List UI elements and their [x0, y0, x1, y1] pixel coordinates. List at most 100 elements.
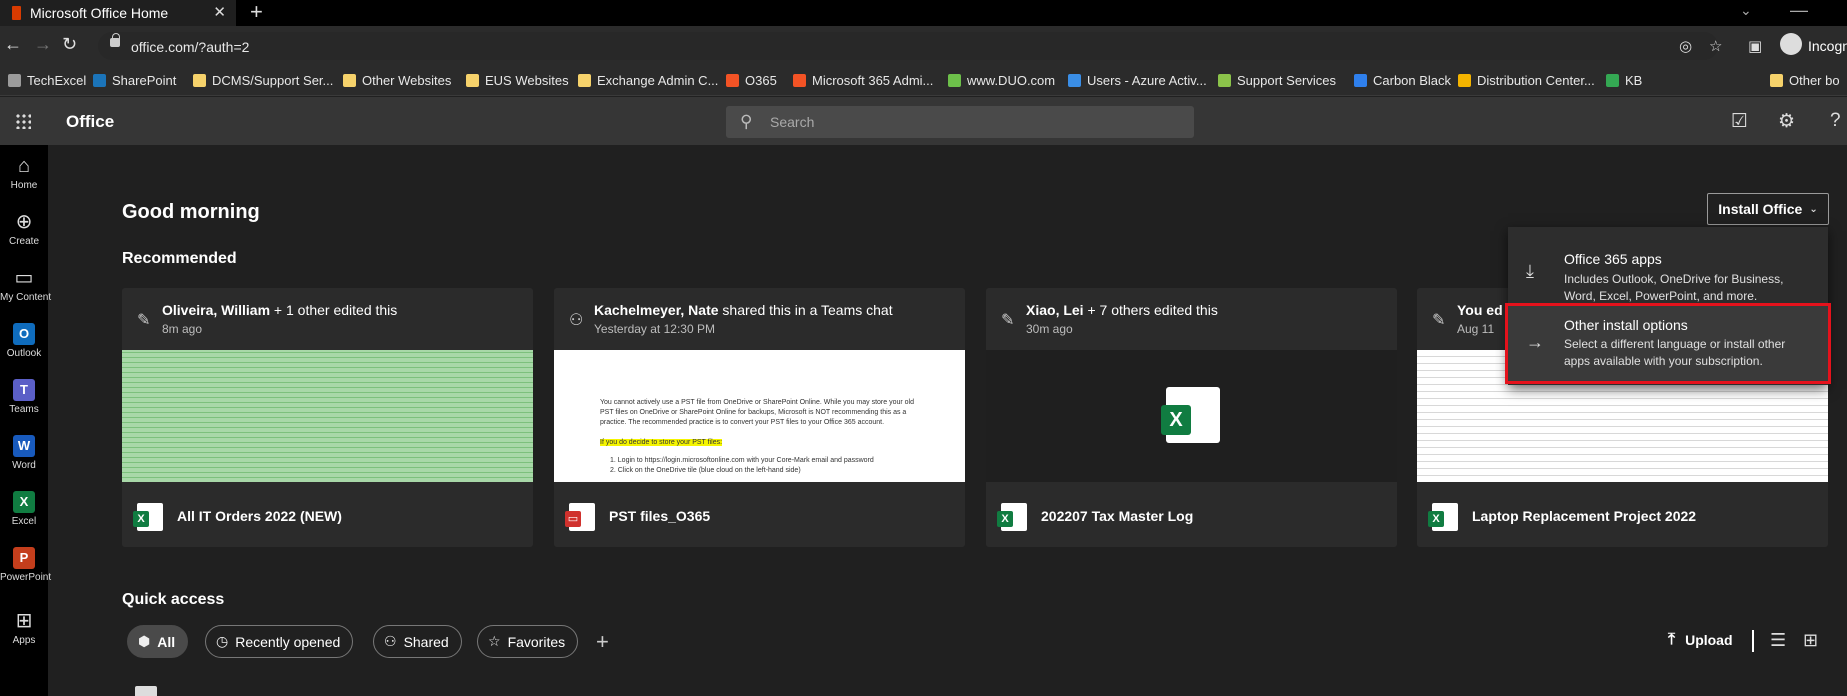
document-thumbnail	[122, 350, 533, 482]
bookmark-icon	[1458, 74, 1471, 87]
filter-favorites[interactable]: ☆ Favorites	[477, 625, 579, 658]
bookmark-icon	[1606, 74, 1619, 87]
help-icon[interactable]: ?	[1830, 110, 1841, 132]
rail-item-home[interactable]: ⌂ Home	[0, 155, 48, 191]
search-icon: ⚲	[740, 112, 753, 131]
outlook-icon: O	[13, 323, 35, 345]
add-filter-icon[interactable]: +	[596, 629, 609, 655]
star-icon: ☆	[488, 633, 501, 649]
card-file-name[interactable]: PST files_O365	[609, 508, 710, 524]
incognito-label[interactable]: Incognito	[1808, 38, 1847, 54]
card-activity-rest: shared this in a Teams chat	[718, 302, 893, 318]
bookmark-item[interactable]: Carbon Black	[1354, 73, 1451, 88]
tab-close-icon[interactable]: ✕	[213, 3, 226, 21]
tracking-blocked-icon[interactable]: ◎	[1679, 37, 1692, 55]
office-header: Office ⚲ Search ☑ ⚙ ?	[0, 97, 1847, 145]
bookmark-item[interactable]: Other Websites	[343, 73, 451, 88]
bookmark-star-icon[interactable]: ☆	[1709, 37, 1722, 55]
menu-item-other-install-options[interactable]: → Other install options Select a differe…	[1505, 303, 1831, 384]
bookmark-item[interactable]: Microsoft 365 Admi...	[793, 73, 933, 88]
filter-label: All	[157, 633, 176, 650]
tab-search-chevron-icon[interactable]: ⌄	[1740, 2, 1752, 19]
bookmark-icon	[1068, 74, 1081, 87]
bookmark-label: Exchange Admin C...	[597, 73, 719, 88]
card-activity: Xiao, Lei + 7 others edited this	[1026, 302, 1218, 318]
rail-item-powerpoint[interactable]: P PowerPoint	[0, 547, 51, 583]
powerpoint-icon: P	[13, 547, 35, 569]
bookmark-item[interactable]: O365	[726, 73, 777, 88]
reload-icon[interactable]: ↻	[62, 34, 77, 55]
card-file-name[interactable]: All IT Orders 2022 (NEW)	[177, 508, 342, 524]
recommended-card[interactable]: ✎ Oliveira, William + 1 other edited this…	[122, 288, 533, 547]
bookmark-icon	[343, 74, 356, 87]
menu-item-office-365-apps[interactable]: ⤓ Office 365 apps Includes Outlook, OneD…	[1508, 235, 1828, 305]
bookmark-item[interactable]: TechExcel	[8, 73, 86, 88]
settings-gear-icon[interactable]: ⚙	[1778, 110, 1795, 133]
left-nav-rail: ⌂ Home ⊕ Create ▭ My Content O Outlook T Teams W Wo…	[0, 145, 52, 696]
recommended-card[interactable]: ⚇ Kachelmeyer, Nate shared this in a Team…	[554, 288, 965, 547]
lock-icon[interactable]	[110, 33, 120, 47]
office-brand[interactable]: Office	[66, 112, 114, 132]
tasks-icon[interactable]: ☑	[1731, 110, 1748, 133]
rail-item-create[interactable]: ⊕ Create	[0, 211, 48, 247]
browser-tab[interactable]: Microsoft Office Home ✕	[0, 0, 236, 26]
filter-shared[interactable]: ⚇ Shared	[373, 625, 462, 658]
app-launcher-icon[interactable]	[15, 113, 31, 129]
filter-label: Recently opened	[235, 633, 341, 650]
rail-item-apps[interactable]: ⊞ Apps	[0, 610, 48, 646]
menu-item-title: Office 365 apps	[1564, 251, 1662, 267]
upload-label: Upload	[1685, 632, 1733, 648]
bookmarks-bar: TechExcel SharePoint DCMS/Support Ser... Ot…	[0, 66, 1847, 96]
bookmark-label: Carbon Black	[1373, 73, 1452, 88]
bookmark-item[interactable]: Distribution Center...	[1458, 73, 1595, 88]
card-author: Oliveira, William	[162, 302, 271, 318]
filter-recently-opened[interactable]: ◷ Recently opened	[205, 625, 354, 658]
bookmark-item[interactable]: www.DUO.com	[948, 73, 1055, 88]
forward-icon[interactable]: →	[34, 34, 52, 55]
bookmark-item[interactable]: KB	[1606, 73, 1642, 88]
incognito-icon[interactable]	[1780, 33, 1802, 55]
rail-item-label: Excel	[11, 516, 37, 527]
card-file-name[interactable]: 202207 Tax Master Log	[1041, 508, 1193, 524]
rail-item-my-content[interactable]: ▭ My Content	[0, 267, 52, 303]
window-minimize-icon[interactable]: —	[1790, 0, 1808, 21]
card-file-name[interactable]: Laptop Replacement Project 2022	[1472, 508, 1696, 524]
url-text[interactable]: office.com/?auth=2	[131, 39, 249, 55]
rail-item-teams[interactable]: T Teams	[0, 379, 48, 415]
download-icon: ⤓	[1526, 261, 1534, 281]
upload-button[interactable]: ⤒ Upload	[1668, 631, 1733, 649]
bookmark-icon	[466, 74, 479, 87]
bookmark-item[interactable]: Other bo	[1770, 73, 1840, 88]
filter-all[interactable]: ⬢ All	[127, 625, 189, 658]
edit-pencil-icon: ✎	[1001, 312, 1015, 329]
people-icon: ⚇	[384, 633, 397, 649]
quick-access-heading: Quick access	[122, 591, 225, 608]
rail-item-label: Word	[12, 460, 36, 471]
search-box[interactable]: ⚲ Search	[726, 106, 1194, 138]
edit-pencil-icon: ✎	[137, 312, 151, 329]
side-panel-icon[interactable]: ▣	[1748, 37, 1762, 55]
bookmark-item[interactable]: DCMS/Support Ser...	[193, 73, 333, 88]
document-thumbnail: You cannot actively use a PST file from …	[554, 350, 965, 482]
new-tab-icon[interactable]: +	[250, 0, 263, 24]
bookmark-icon	[578, 74, 591, 87]
tile-view-icon[interactable]: ⊞	[1803, 630, 1818, 651]
rail-item-label: My Content	[0, 292, 52, 303]
bookmark-item[interactable]: SharePoint	[93, 73, 176, 88]
url-field[interactable]	[98, 32, 1718, 60]
recommended-heading: Recommended	[122, 250, 237, 267]
rail-item-excel[interactable]: X Excel	[0, 491, 48, 527]
bookmark-label: TechExcel	[27, 73, 87, 88]
list-view-icon[interactable]: ☰	[1770, 630, 1786, 651]
bookmark-item[interactable]: Exchange Admin C...	[578, 73, 718, 88]
bookmark-item[interactable]: Users - Azure Activ...	[1068, 73, 1207, 88]
bookmark-item[interactable]: EUS Websites	[466, 73, 569, 88]
rail-item-outlook[interactable]: O Outlook	[0, 323, 48, 359]
search-placeholder[interactable]: Search	[770, 114, 814, 130]
rail-item-word[interactable]: W Word	[0, 435, 48, 471]
bookmark-item[interactable]: Support Services	[1218, 73, 1336, 88]
install-office-button[interactable]: Install Office ⌄	[1707, 193, 1829, 225]
recommended-card[interactable]: ✎ Xiao, Lei + 7 others edited this 30m ago…	[986, 288, 1397, 547]
back-icon[interactable]: ←	[4, 34, 22, 55]
menu-item-description: Select a different language or install o…	[1564, 337, 1786, 368]
